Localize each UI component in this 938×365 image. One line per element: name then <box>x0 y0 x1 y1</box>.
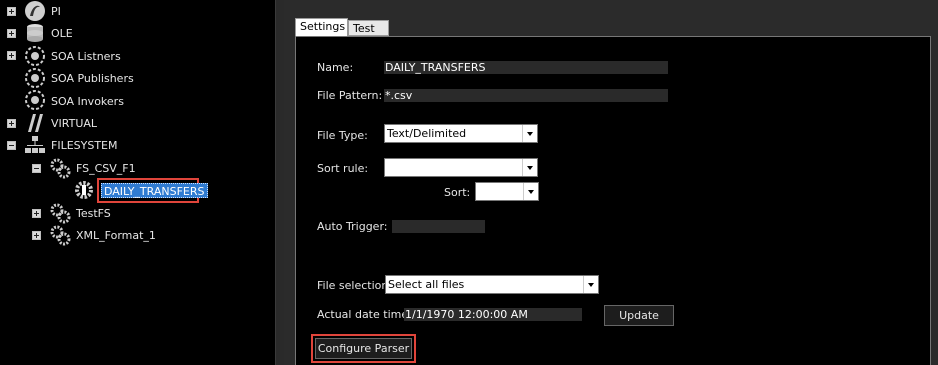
tab-test[interactable]: Test <box>348 20 389 36</box>
file-selection-label: File selection: <box>317 279 393 292</box>
expand-icon[interactable] <box>7 7 16 16</box>
tree-item-daily-transfers[interactable]: DAILY_TRANSFERS <box>101 183 208 198</box>
tree-item-pi[interactable]: PI <box>51 5 61 18</box>
expand-icon[interactable] <box>7 51 16 60</box>
tree-item-soa-invokers[interactable]: SOA Invokers <box>51 95 124 108</box>
file-pattern-field[interactable]: *.csv <box>384 89 668 102</box>
tree-item-soa-publishers[interactable]: SOA Publishers <box>51 72 134 85</box>
pi-icon <box>25 1 45 21</box>
chevron-down-icon[interactable] <box>583 276 598 293</box>
gear-icon <box>50 203 71 224</box>
sort-rule-label: Sort rule: <box>317 162 369 175</box>
soa-publisher-icon <box>25 68 45 88</box>
update-button[interactable]: Update <box>604 305 674 326</box>
sort-rule-select[interactable] <box>384 158 538 177</box>
chevron-down-icon[interactable] <box>523 183 538 200</box>
tree-item-ole[interactable]: OLE <box>51 27 73 40</box>
tab-settings[interactable]: Settings <box>295 18 348 36</box>
name-field[interactable]: DAILY_TRANSFERS <box>384 61 668 74</box>
expand-icon[interactable] <box>32 231 41 240</box>
name-label: Name: <box>317 61 354 74</box>
sort-label: Sort: <box>444 186 471 199</box>
expand-icon[interactable] <box>7 119 16 128</box>
parser-gear-icon <box>75 181 93 199</box>
file-type-label: File Type: <box>317 129 368 142</box>
collapse-icon[interactable] <box>32 164 41 173</box>
file-type-value: Text/Delimited <box>387 127 467 140</box>
soa-listener-icon <box>25 46 45 66</box>
filesystem-icon <box>25 136 45 153</box>
tree-item-testfs[interactable]: TestFS <box>76 207 111 220</box>
file-type-select[interactable]: Text/Delimited <box>384 124 538 143</box>
expand-icon[interactable] <box>7 29 16 38</box>
virtual-icon <box>28 114 43 132</box>
tree-scrollbar[interactable] <box>275 0 284 365</box>
tree-item-filesystem[interactable]: FILESYSTEM <box>51 139 118 152</box>
tree-item-xml-format-1[interactable]: XML_Format_1 <box>76 229 156 242</box>
actual-date-label: Actual date time: <box>317 308 412 321</box>
file-selection-value: Select all files <box>388 278 465 291</box>
file-pattern-label: File Pattern: <box>317 89 383 102</box>
sort-select[interactable] <box>475 182 539 201</box>
tree-item-fs-csv-f1[interactable]: FS_CSV_F1 <box>76 162 136 175</box>
gear-icon <box>50 225 71 246</box>
chevron-down-icon[interactable] <box>522 159 537 176</box>
soa-invoker-icon <box>25 90 45 110</box>
expand-icon[interactable] <box>32 209 41 218</box>
auto-trigger-field[interactable] <box>392 220 485 233</box>
collapse-icon[interactable] <box>7 141 16 150</box>
file-selection-select[interactable]: Select all files <box>385 275 599 294</box>
tree-item-virtual[interactable]: VIRTUAL <box>51 117 97 130</box>
database-icon <box>27 24 43 42</box>
actual-date-field: 1/1/1970 12:00:00 AM <box>404 308 582 321</box>
auto-trigger-label: Auto Trigger: <box>317 220 388 233</box>
chevron-down-icon[interactable] <box>522 125 537 142</box>
configure-parser-button[interactable]: Configure Parser <box>315 338 412 359</box>
gear-icon <box>50 158 71 179</box>
tree-item-soa-listners[interactable]: SOA Listners <box>51 50 121 63</box>
object-tree[interactable]: PI OLE SOA Listners SOA Publishers SOA I… <box>0 0 275 365</box>
